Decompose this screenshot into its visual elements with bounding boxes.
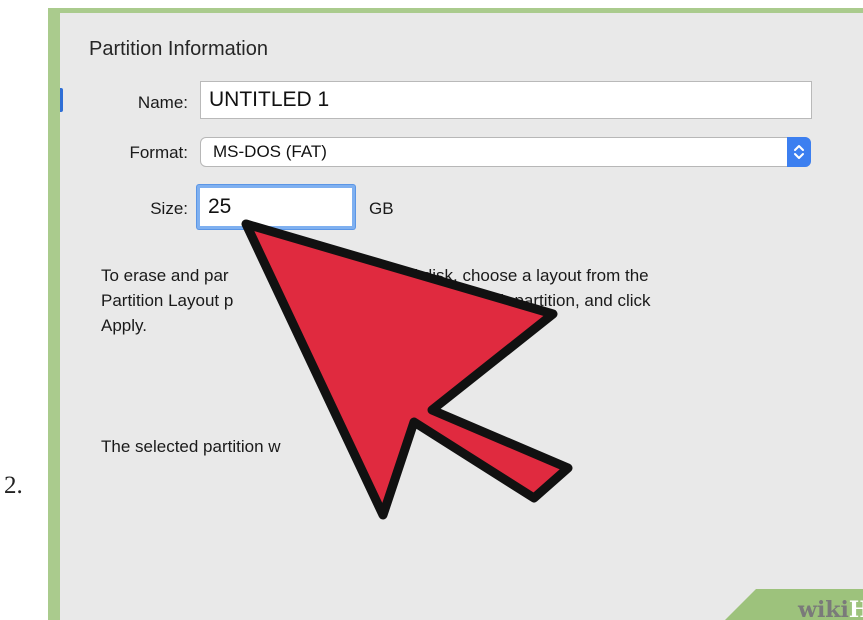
arrow-pointer-icon (241, 219, 573, 520)
